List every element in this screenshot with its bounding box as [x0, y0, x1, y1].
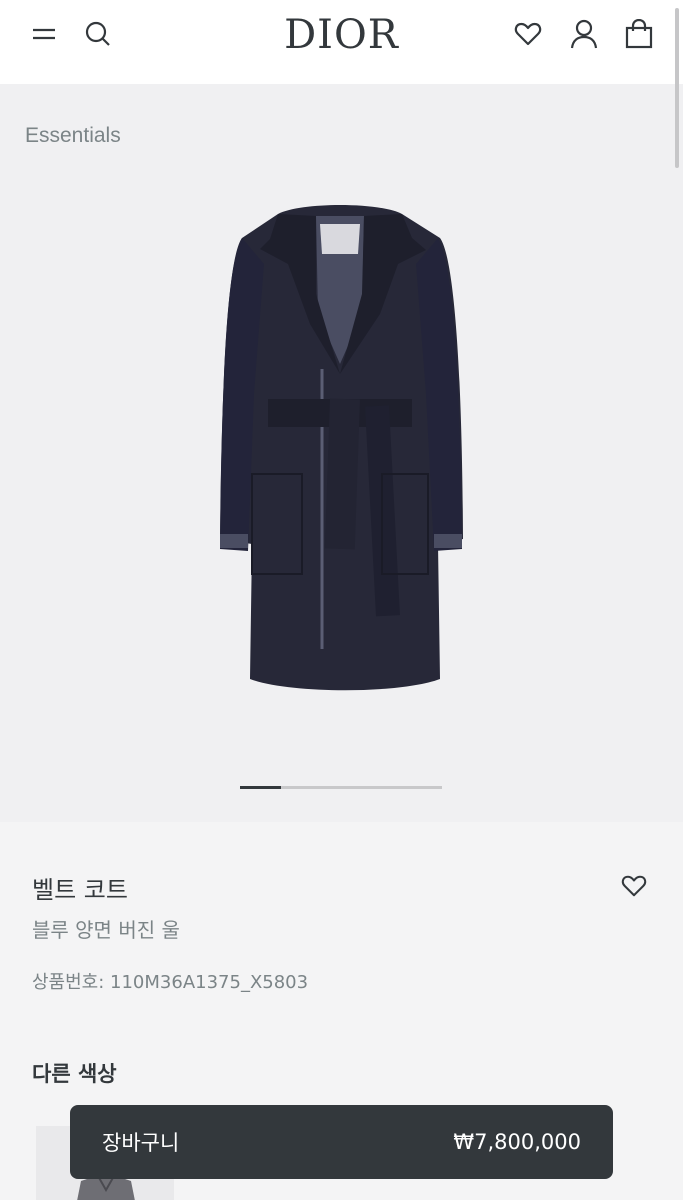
cart-label: 장바구니: [102, 1131, 180, 1155]
product-sku: 상품번호: 110M36A1375_X5803: [32, 972, 309, 993]
product-gallery[interactable]: Essentials: [0, 84, 683, 822]
other-colors-heading: 다른 색상: [32, 1062, 117, 1086]
shopping-bag-icon: [625, 19, 653, 49]
account-button[interactable]: [564, 14, 604, 54]
heart-icon: [621, 875, 647, 897]
top-header: DIOR: [0, 0, 683, 84]
wishlist-button[interactable]: [508, 14, 548, 54]
product-image-coat: [220, 205, 463, 691]
product-title: 벨트 코트: [32, 876, 128, 904]
gallery-pagination[interactable]: [240, 786, 442, 789]
breadcrumb[interactable]: Essentials: [25, 124, 121, 148]
user-icon: [570, 19, 598, 49]
add-to-cart-button[interactable]: 장바구니 ₩7,800,000: [70, 1105, 613, 1179]
heart-icon: [514, 22, 542, 46]
product-subtitle: 블루 양면 버진 울: [32, 918, 180, 942]
cart-price: ₩7,800,000: [453, 1130, 581, 1154]
page-scrollbar[interactable]: [675, 8, 679, 168]
gallery-pagination-active: [240, 786, 281, 789]
add-to-wishlist-button[interactable]: [614, 866, 654, 906]
cart-button[interactable]: [619, 14, 659, 54]
